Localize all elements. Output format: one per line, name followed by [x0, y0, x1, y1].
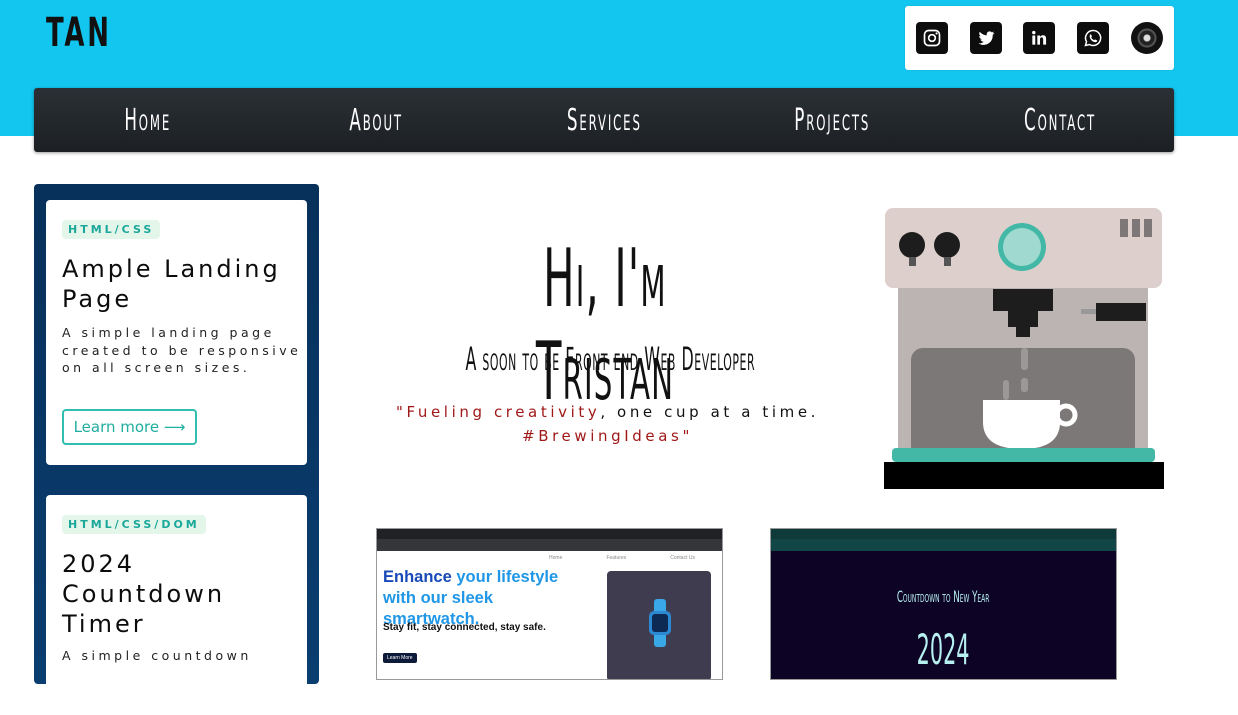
smartwatch-icon: [649, 599, 671, 647]
main-nav: Home About Services Projects Contact: [34, 88, 1174, 152]
browser-address-bar: [771, 539, 1116, 551]
tech-tag: HTML/CSS/DOM: [62, 515, 206, 534]
hero-title: Hi, I'm Tristan: [535, 232, 675, 418]
hero-subtitle: A soon to be Front end Web Developer: [465, 340, 755, 378]
preview-countdown-title: Countdown to New Year: [897, 587, 990, 606]
preview-tagline: Stay fit, stay connected, stay safe.: [383, 622, 546, 633]
browser-address-bar: [377, 539, 722, 551]
nav-home[interactable]: Home: [34, 103, 262, 138]
nav-services[interactable]: Services: [490, 103, 718, 138]
project-card: HTML/CSS Ample Landing Page A simple lan…: [46, 200, 307, 465]
browser-tabbar: [771, 529, 1116, 539]
preview-nav: Home Features Contact Us: [549, 555, 695, 561]
countdown-timer-preview[interactable]: Countdown to New Year 2024: [770, 528, 1117, 680]
landing-page-preview[interactable]: Home Features Contact Us Enhance your li…: [376, 528, 723, 680]
vinyl-record-icon[interactable]: [1131, 22, 1164, 54]
twitter-icon[interactable]: [969, 22, 1002, 54]
nav-contact[interactable]: Contact: [946, 103, 1174, 138]
watch-card: [607, 571, 711, 679]
site-logo[interactable]: TAN: [46, 10, 112, 56]
nav-projects[interactable]: Projects: [718, 103, 946, 138]
project-card: HTML/CSS/DOM 2024 Countdown Timer A simp…: [46, 495, 307, 715]
hero-quote: "Fueling creativity, one cup at a time. #…: [395, 403, 820, 445]
browser-tabbar: [377, 529, 722, 539]
coffee-machine-illustration: [884, 208, 1164, 489]
social-links: [905, 6, 1174, 70]
card-title: Ample Landing Page: [62, 255, 281, 313]
whatsapp-icon[interactable]: [1077, 22, 1110, 54]
card-description: A simple countdown: [62, 648, 252, 663]
learn-more-button[interactable]: Learn more ⟶: [62, 409, 197, 445]
preview-countdown-year: 2024: [917, 625, 970, 674]
instagram-icon[interactable]: [915, 22, 948, 54]
card-title: 2024 Countdown Timer: [62, 550, 226, 638]
preview-cta: Learn More: [383, 653, 417, 663]
tech-tag: HTML/CSS: [62, 220, 161, 239]
nav-about[interactable]: About: [262, 103, 490, 138]
linkedin-icon[interactable]: [1023, 22, 1056, 54]
project-sidebar: HTML/CSS Ample Landing Page A simple lan…: [34, 184, 319, 715]
card-description: A simple landing page created to be resp…: [62, 325, 302, 375]
